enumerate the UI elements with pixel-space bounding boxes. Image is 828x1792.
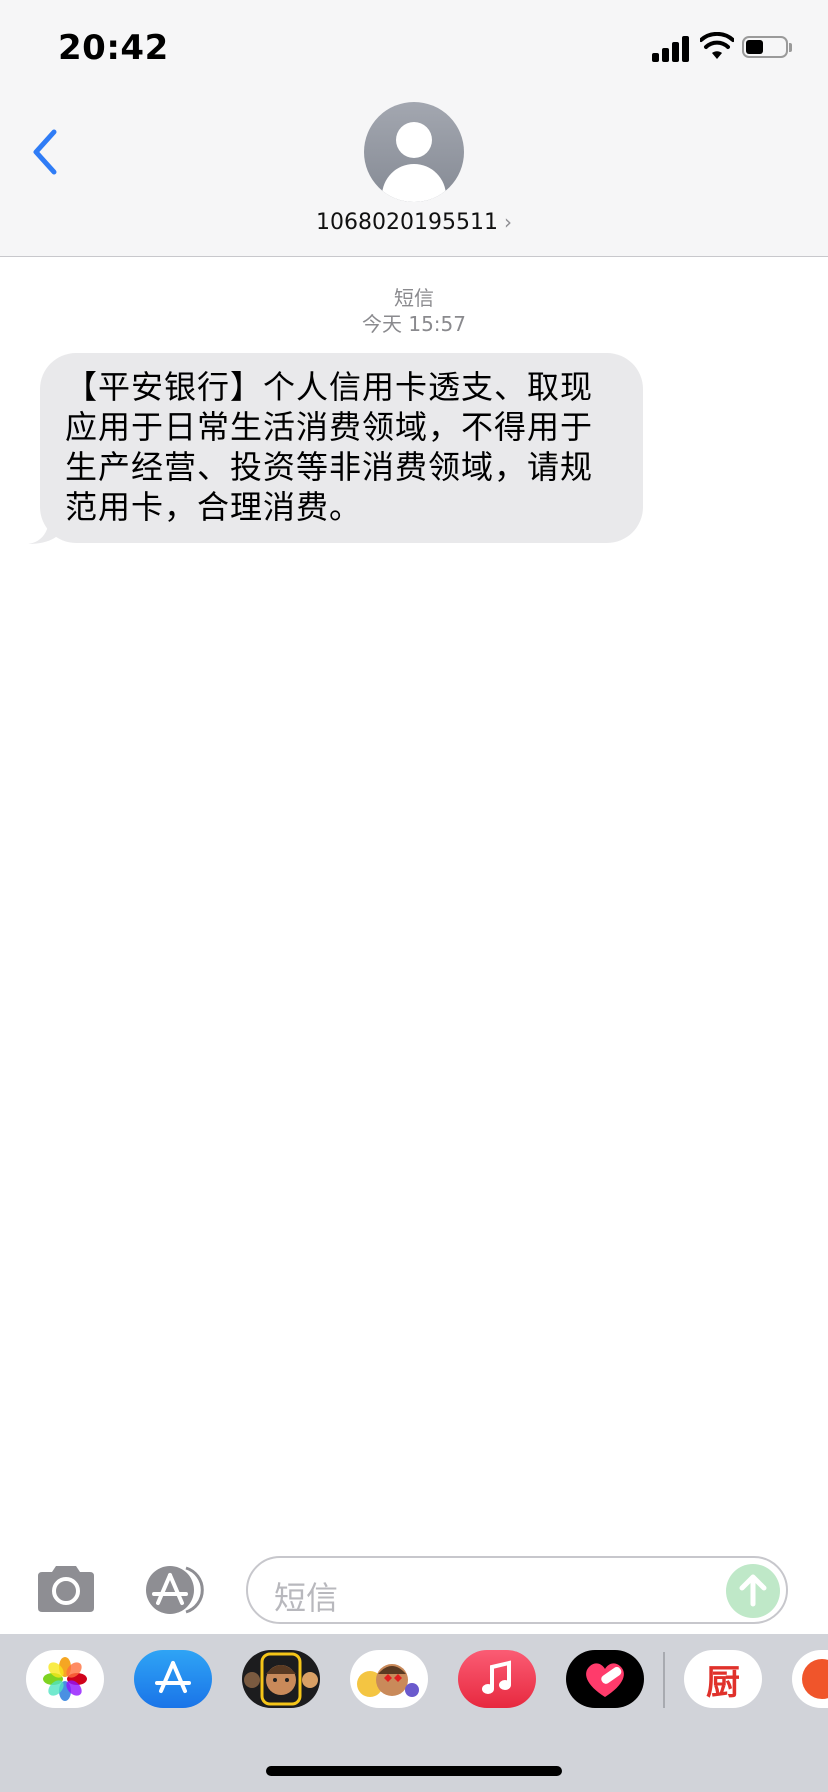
heart-sticker-app-icon[interactable] bbox=[566, 1650, 644, 1708]
camera-icon[interactable] bbox=[34, 1564, 98, 1614]
message-timestamp: 今天 15:57 bbox=[362, 312, 466, 336]
app-store-app-icon[interactable] bbox=[134, 1650, 212, 1708]
music-app-icon[interactable] bbox=[458, 1650, 536, 1708]
wifi-icon bbox=[700, 32, 734, 59]
drawer-divider bbox=[663, 1652, 665, 1708]
kitchen-app-label: 厨 bbox=[706, 1662, 740, 1703]
incoming-message-bubble[interactable]: 【平安银行】个人信用卡透支、取现应用于日常生活消费领域，不得用于生产经营、投资等… bbox=[40, 353, 643, 543]
battery-icon bbox=[742, 36, 792, 60]
animoji-stickers-app-icon[interactable] bbox=[350, 1650, 428, 1708]
message-input[interactable]: 短信 bbox=[246, 1556, 788, 1624]
chevron-left-icon[interactable] bbox=[28, 128, 64, 176]
cellular-signal-icon bbox=[652, 34, 690, 62]
home-indicator[interactable] bbox=[266, 1766, 562, 1776]
contact-name[interactable]: 1068020195511 › bbox=[0, 210, 828, 235]
message-input-placeholder: 短信 bbox=[274, 1579, 339, 1617]
chevron-right-icon: › bbox=[503, 210, 512, 234]
kitchen-app-icon[interactable]: 厨 bbox=[684, 1650, 762, 1708]
contact-number: 1068020195511 bbox=[316, 210, 498, 235]
send-button[interactable] bbox=[726, 1564, 780, 1618]
photos-app-icon[interactable] bbox=[26, 1650, 104, 1708]
memoji-app-icon[interactable] bbox=[242, 1650, 320, 1708]
person-avatar-icon[interactable] bbox=[364, 102, 464, 202]
service-label: 短信 bbox=[394, 286, 434, 310]
arrow-up-icon bbox=[739, 1574, 767, 1607]
status-time: 20:42 bbox=[58, 28, 169, 68]
app-store-icon[interactable] bbox=[140, 1565, 212, 1615]
